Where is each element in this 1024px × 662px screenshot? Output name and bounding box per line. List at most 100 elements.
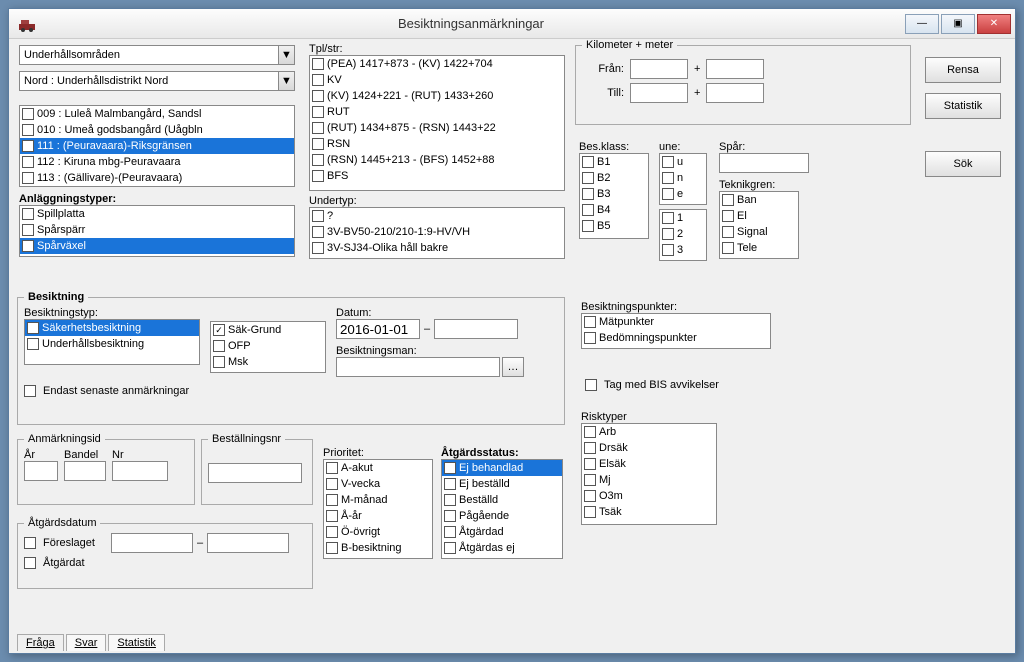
rensa-button[interactable]: Rensa (925, 57, 1001, 83)
list-item[interactable]: 113 : (Gällivare)-(Peuravaara) (20, 170, 294, 186)
list-item[interactable]: B4 (580, 202, 648, 218)
checkbox[interactable] (662, 228, 674, 240)
list-item[interactable]: V-vecka (324, 476, 432, 492)
checkbox[interactable] (312, 210, 324, 222)
checkbox[interactable] (22, 224, 34, 236)
checkbox[interactable] (584, 506, 596, 518)
list-item[interactable]: Elsäk (582, 456, 716, 472)
list-item[interactable]: Ö-övrigt (324, 524, 432, 540)
list-item[interactable]: Msk (211, 354, 325, 370)
checkbox[interactable] (662, 188, 674, 200)
list-item[interactable]: 112 : Kiruna mbg-Peuravaara (20, 154, 294, 170)
checkbox[interactable] (312, 242, 324, 254)
list-item[interactable]: (RUT) 1434+875 - (RSN) 1443+22 (310, 120, 564, 136)
list-item[interactable]: Å-år (324, 508, 432, 524)
maximize-button[interactable]: ▣ (941, 14, 975, 34)
checkbox[interactable] (326, 494, 338, 506)
une-list-1[interactable]: une (659, 153, 707, 205)
list-item[interactable]: Beställd (442, 492, 562, 508)
checkbox[interactable]: ✓ (22, 140, 34, 152)
list-item[interactable]: Ban (720, 192, 798, 208)
besiktningsman-browse-button[interactable]: … (502, 357, 524, 377)
list-item[interactable]: 010 : Umeå godsbangård (Uågbln (20, 122, 294, 138)
list-item[interactable]: Mätpunkter (582, 314, 770, 330)
list-item[interactable]: RSN (310, 136, 564, 152)
checkbox[interactable] (312, 122, 324, 134)
checkbox[interactable] (662, 212, 674, 224)
list-item[interactable]: Tele (720, 240, 798, 256)
checkbox[interactable] (584, 442, 596, 454)
checkbox[interactable] (662, 156, 674, 168)
list-item[interactable]: Bedömningspunkter (582, 330, 770, 346)
besiktning-sub-list[interactable]: ✓Säk-GrundOFPMsk (210, 321, 326, 373)
checkbox[interactable] (444, 494, 456, 506)
list-item[interactable]: (PEA) 1417+873 - (KV) 1422+704 (310, 56, 564, 72)
checkbox[interactable] (722, 226, 734, 238)
checkbox[interactable] (326, 510, 338, 522)
foreslagt-from-input[interactable] (111, 533, 193, 553)
tab-statistik[interactable]: Statistik (108, 634, 165, 651)
checkbox[interactable] (582, 172, 594, 184)
anlaggning-list[interactable]: SpillplattaSpårspärr✓Spårväxel (19, 205, 295, 257)
list-item[interactable]: 3V-SJ34-Olika håll bakre (310, 240, 564, 256)
checkbox[interactable] (326, 478, 338, 490)
list-item[interactable]: B1 (580, 154, 648, 170)
list-item[interactable]: Ej beställd (442, 476, 562, 492)
checkbox[interactable] (312, 138, 324, 150)
list-item[interactable]: B5 (580, 218, 648, 234)
district-combo[interactable]: Nord : Underhållsdistrikt Nord ▼ (19, 71, 295, 91)
list-item[interactable]: O3m (582, 488, 716, 504)
endast-checkbox[interactable] (24, 385, 36, 397)
tab-fraga[interactable]: Fråga (17, 634, 64, 651)
checkbox[interactable] (326, 542, 338, 554)
checkbox[interactable] (22, 156, 34, 168)
bis-checkbox[interactable] (585, 379, 597, 391)
checkbox[interactable] (584, 474, 596, 486)
list-item[interactable]: (RSN) 1445+213 - (BFS) 1452+88 (310, 152, 564, 168)
minimize-button[interactable]: — (905, 14, 939, 34)
checkbox[interactable] (312, 170, 324, 182)
list-item[interactable]: BFS (310, 168, 564, 184)
datum-to-input[interactable] (434, 319, 518, 339)
checkbox[interactable] (312, 226, 324, 238)
bestallningsnr-input[interactable] (208, 463, 302, 483)
checkbox[interactable] (22, 172, 34, 184)
list-item[interactable]: ✓Säkerhetsbesiktning (25, 320, 199, 336)
list-item[interactable]: Spillplatta (20, 206, 294, 222)
teknikgren-list[interactable]: BanElSignalTele (719, 191, 799, 259)
list-item[interactable]: ✓Ej behandlad (442, 460, 562, 476)
checkbox[interactable]: ✓ (22, 240, 34, 252)
besiktningsman-input[interactable] (336, 357, 500, 377)
spar-input[interactable] (719, 153, 809, 173)
foreslagt-to-input[interactable] (207, 533, 289, 553)
list-item[interactable]: B-besiktning (324, 540, 432, 556)
checkbox[interactable] (22, 124, 34, 136)
chevron-down-icon[interactable]: ▼ (278, 46, 294, 64)
checkbox[interactable] (722, 242, 734, 254)
besiktpunkter-list[interactable]: MätpunkterBedömningspunkter (581, 313, 771, 349)
tplstr-list[interactable]: (PEA) 1417+873 - (KV) 1422+704KV(KV) 142… (309, 55, 565, 191)
checkbox[interactable] (312, 58, 324, 70)
chevron-down-icon[interactable]: ▼ (278, 72, 294, 90)
prioritet-list[interactable]: A-akutV-veckaM-månadÅ-årÖ-övrigtB-besikt… (323, 459, 433, 559)
fran-km-input[interactable] (630, 59, 688, 79)
list-item[interactable]: Drsäk (582, 440, 716, 456)
checkbox[interactable] (584, 426, 596, 438)
checkbox[interactable] (662, 172, 674, 184)
list-item[interactable]: ✓Spårväxel (20, 238, 294, 254)
list-item[interactable]: Spårspärr (20, 222, 294, 238)
checkbox[interactable] (444, 542, 456, 554)
till-km-input[interactable] (630, 83, 688, 103)
checkbox[interactable] (326, 462, 338, 474)
list-item[interactable]: Åtgärdas ej (442, 540, 562, 556)
checkbox[interactable] (326, 526, 338, 538)
sok-button[interactable]: Sök (925, 151, 1001, 177)
nr-input[interactable] (112, 461, 168, 481)
datum-from-input[interactable] (336, 319, 420, 339)
checkbox[interactable]: ✓ (27, 322, 39, 334)
tab-svar[interactable]: Svar (66, 634, 107, 651)
list-item[interactable]: 2 (660, 226, 706, 242)
list-item[interactable]: u (660, 154, 706, 170)
list-item[interactable]: OFP (211, 338, 325, 354)
list-item[interactable]: (KV) 1424+221 - (RUT) 1433+260 (310, 88, 564, 104)
